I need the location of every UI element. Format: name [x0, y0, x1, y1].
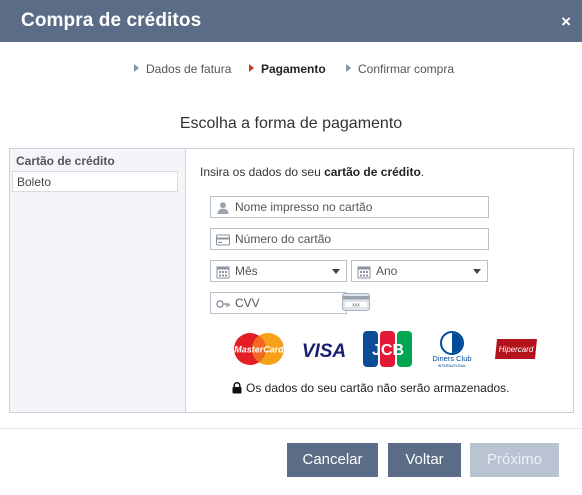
payment-method-credit-card[interactable]: Cartão de crédito — [12, 151, 178, 171]
payment-panel: Cartão de crédito Boleto Insira os dados… — [9, 148, 574, 413]
dialog-title: Compra de créditos — [21, 10, 202, 31]
expiry-month-select[interactable]: Mês — [210, 260, 347, 282]
step-label: Dados de fatura — [146, 62, 232, 76]
chevron-down-icon — [332, 269, 340, 274]
diners-subtext: INTERNATIONAL — [438, 364, 467, 368]
close-icon[interactable]: × — [561, 12, 571, 32]
step-label: Confirmar compra — [358, 62, 455, 76]
key-icon — [216, 300, 230, 308]
jcb-text: JCB — [372, 342, 404, 359]
step-arrow-icon — [249, 64, 254, 72]
user-icon — [217, 202, 229, 214]
step-label: Pagamento — [261, 62, 326, 76]
jcb-logo: JCB — [363, 331, 412, 367]
card-number-input[interactable]: Número do cartão — [210, 228, 489, 250]
visa-logo: VISA — [302, 341, 346, 361]
form-intro: Insira os dados do seu cartão de crédito… — [200, 165, 424, 179]
cardholder-name-placeholder: Nome impresso no cartão — [235, 200, 373, 214]
purchase-dialog: Compra de créditos × Dados de fatura Pag… — [0, 0, 582, 495]
expiry-year-value: Ano — [376, 264, 398, 278]
step-arrow-icon — [346, 64, 351, 72]
calendar-icon — [216, 266, 230, 279]
intro-text: Insira os dados do seu — [200, 165, 325, 179]
wizard-steps: Dados de fatura Pagamento Confirmar comp… — [0, 60, 582, 78]
footer-divider — [0, 428, 582, 429]
intro-bold-text: cartão de crédito — [324, 165, 421, 179]
cvv-help-icon[interactable]: xxx — [342, 293, 370, 311]
intro-suffix: . — [420, 165, 425, 179]
diners-club-logo: Diners Club INTERNATIONAL — [432, 331, 472, 368]
diners-text: Diners Club — [432, 354, 471, 363]
step-invoice-data: Dados de fatura — [134, 62, 231, 76]
step-confirm: Confirmar compra — [346, 62, 454, 76]
expiry-year-select[interactable]: Ano — [351, 260, 488, 282]
cancel-button[interactable]: Cancelar — [287, 443, 378, 477]
step-arrow-icon — [134, 64, 139, 72]
payment-method-boleto[interactable]: Boleto — [12, 171, 178, 192]
step-payment: Pagamento — [249, 62, 326, 76]
next-button[interactable]: Próximo — [470, 443, 559, 477]
security-note-text: Os dados do seu cartão não serão armazen… — [246, 381, 510, 395]
mastercard-text: MasterCard — [234, 345, 284, 355]
credit-card-icon — [216, 234, 230, 246]
expiry-month-value: Mês — [235, 264, 258, 278]
dialog-header: Compra de créditos × — [0, 0, 582, 42]
chevron-down-icon — [473, 269, 481, 274]
credit-card-form: Insira os dados do seu cartão de crédito… — [200, 149, 570, 412]
cvv-badge-text: xxx — [352, 302, 360, 308]
lock-icon — [232, 382, 242, 394]
visa-text: VISA — [302, 341, 346, 361]
card-brand-logos: MasterCard VISA JCB Diners Club INTERNAT… — [224, 331, 544, 371]
card-number-placeholder: Número do cartão — [235, 232, 332, 246]
security-note: Os dados do seu cartão não serão armazen… — [232, 381, 510, 395]
section-title: Escolha a forma de pagamento — [179, 115, 403, 132]
hipercard-logo: Hipercard — [495, 339, 537, 359]
payment-method-list: Cartão de crédito Boleto — [10, 149, 186, 412]
cvv-input[interactable]: CVV — [210, 292, 347, 314]
calendar-icon — [357, 266, 371, 279]
mastercard-logo: MasterCard — [234, 333, 284, 365]
back-button[interactable]: Voltar — [388, 443, 461, 477]
hipercard-text: Hipercard — [499, 345, 534, 354]
cvv-placeholder: CVV — [235, 296, 260, 310]
cardholder-name-input[interactable]: Nome impresso no cartão — [210, 196, 489, 218]
